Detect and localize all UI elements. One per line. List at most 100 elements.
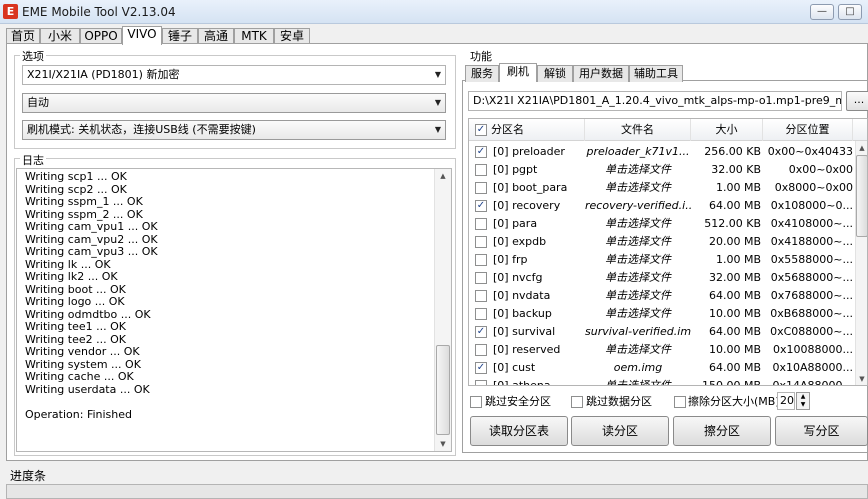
chevron-down-icon: ▼	[434, 125, 441, 134]
partition-row[interactable]: [0] pgpt 单击选择文件 32.00 KB 0x00~0x00	[469, 161, 857, 179]
scroll-up-icon[interactable]: ▲	[435, 169, 451, 183]
model-select[interactable]: X21I/X21IA (PD1801) 新加密 ▼	[22, 65, 446, 85]
partition-file[interactable]: recovery-verified.i...	[585, 197, 691, 215]
partition-position: 0x10088000...	[773, 343, 853, 356]
partition-file[interactable]: 单击选择文件	[585, 161, 691, 179]
partition-checkbox[interactable]: ✓	[475, 362, 487, 374]
chevron-down-icon: ▼	[434, 98, 441, 107]
partition-row[interactable]: [0] expdb 单击选择文件 20.00 MB 0x4188000~...	[469, 233, 857, 251]
column-partition-name[interactable]: 分区名	[489, 119, 585, 141]
read-partition-button[interactable]: 读分区	[571, 416, 669, 446]
read-partition-table-button[interactable]: 读取分区表	[470, 416, 568, 446]
write-partition-button[interactable]: 写分区	[775, 416, 868, 446]
skip-security-checkbox[interactable]	[470, 396, 482, 408]
partition-checkbox[interactable]	[475, 254, 487, 266]
partition-checkbox[interactable]	[475, 236, 487, 248]
partition-position: 0x4108000~...	[770, 217, 853, 230]
partition-checkbox[interactable]	[475, 182, 487, 194]
partition-position: 0x5688000~...	[770, 271, 853, 284]
partition-file[interactable]: 单击选择文件	[585, 377, 691, 385]
column-file-name[interactable]: 文件名	[585, 119, 691, 141]
partition-position: 0x8000~0x00	[774, 181, 853, 194]
skip-data-checkbox[interactable]	[571, 396, 583, 408]
partition-checkbox[interactable]	[475, 218, 487, 230]
partition-checkbox[interactable]	[475, 380, 487, 385]
spin-up-icon[interactable]: ▲	[797, 393, 809, 401]
partition-name: [0] pgpt	[493, 163, 538, 176]
tab-flash[interactable]: 刷机	[499, 63, 537, 82]
partition-table-header: ✓ 分区名 文件名 大小 分区位置	[469, 119, 867, 141]
partition-row[interactable]: [0] athena 单击选择文件 150.00 MB 0x14A88000...	[469, 377, 857, 385]
partition-row[interactable]: ✓ [0] survival survival-verified.img 64.00 …	[469, 323, 857, 341]
partition-size: 64.00 MB	[708, 325, 761, 338]
maximize-button[interactable]: □	[838, 4, 862, 20]
app-logo-icon: E	[3, 4, 18, 19]
partition-row[interactable]: [0] reserved 单击选择文件 10.00 MB 0x10088000...	[469, 341, 857, 359]
log-line: Writing userdata ... OK	[25, 383, 150, 396]
partition-position: 0x00~0x00	[788, 163, 853, 176]
partition-row[interactable]: ✓ [0] cust oem.img 64.00 MB 0x10A88000...	[469, 359, 857, 377]
window-title: EME Mobile Tool V2.13.04	[22, 5, 176, 19]
select-all-checkbox[interactable]: ✓	[475, 124, 487, 136]
erase-size-stepper[interactable]: ▲ ▼	[796, 392, 810, 410]
partition-checkbox[interactable]	[475, 272, 487, 284]
column-position[interactable]: 分区位置	[763, 119, 853, 141]
skip-security-label: 跳过安全分区	[485, 395, 551, 408]
erase-partition-button[interactable]: 擦分区	[673, 416, 771, 446]
partition-checkbox[interactable]: ✓	[475, 200, 487, 212]
log-line: Writing cam_vpu1 ... OK	[25, 220, 158, 233]
tab-service[interactable]: 服务	[465, 65, 499, 82]
tab-user-data[interactable]: 用户数据	[573, 65, 629, 82]
partition-checkbox[interactable]: ✓	[475, 326, 487, 338]
partition-file[interactable]: 单击选择文件	[585, 341, 691, 359]
log-line: Writing vendor ... OK	[25, 345, 140, 358]
log-scroll-thumb[interactable]	[436, 345, 450, 435]
partition-file[interactable]: oem.img	[585, 359, 691, 377]
partition-row[interactable]: [0] boot_para 单击选择文件 1.00 MB 0x8000~0x00	[469, 179, 857, 197]
partition-row[interactable]: [0] backup 单击选择文件 10.00 MB 0xB688000~...	[469, 305, 857, 323]
partition-name: [0] recovery	[493, 199, 561, 212]
partition-file[interactable]: 单击选择文件	[585, 233, 691, 251]
browse-button[interactable]: ...	[846, 91, 868, 111]
column-size[interactable]: 大小	[691, 119, 763, 141]
partition-row[interactable]: [0] nvcfg 单击选择文件 32.00 MB 0x5688000~...	[469, 269, 857, 287]
firmware-path-input[interactable]: D:\X21I X21IA\PD1801_A_1.20.4_vivo_mtk_a…	[468, 91, 842, 111]
log-output[interactable]: Writing scp1 ... OK Writing scp2 ... OK …	[16, 168, 452, 452]
partition-checkbox[interactable]	[475, 344, 487, 356]
partition-row[interactable]: ✓ [0] recovery recovery-verified.i... 64.00…	[469, 197, 857, 215]
table-scrollbar[interactable]: ▲ ▼	[855, 141, 867, 385]
partition-checkbox[interactable]: ✓	[475, 146, 487, 158]
tab-vivo[interactable]: VIVO	[122, 26, 162, 45]
partition-file[interactable]: 单击选择文件	[585, 215, 691, 233]
partition-row[interactable]: ✓ [0] preloader preloader_k71v1... 256.00 K…	[469, 143, 857, 161]
partition-file[interactable]: 单击选择文件	[585, 179, 691, 197]
erase-size-checkbox[interactable]	[674, 396, 686, 408]
scroll-down-icon[interactable]: ▼	[856, 372, 867, 385]
partition-row[interactable]: [0] para 单击选择文件 512.00 KB 0x4108000~...	[469, 215, 857, 233]
log-scrollbar[interactable]: ▲ ▼	[434, 169, 451, 451]
tab-unlock[interactable]: 解锁	[537, 65, 573, 82]
partition-file[interactable]: preloader_k71v1...	[585, 143, 691, 161]
partition-file[interactable]: 单击选择文件	[585, 305, 691, 323]
flash-mode-select[interactable]: 刷机模式: 关机状态，连接USB线 (不需要按键) ▼	[22, 120, 446, 140]
erase-size-input[interactable]: 20	[777, 392, 795, 410]
minimize-button[interactable]: —	[810, 4, 834, 20]
partition-row[interactable]: [0] frp 单击选择文件 1.00 MB 0x5588000~...	[469, 251, 857, 269]
partition-file[interactable]: 单击选择文件	[585, 269, 691, 287]
partition-file[interactable]: 单击选择文件	[585, 287, 691, 305]
scroll-down-icon[interactable]: ▼	[435, 437, 451, 451]
table-scroll-thumb[interactable]	[856, 155, 867, 237]
log-line: Operation: Finished	[25, 408, 133, 421]
partition-checkbox[interactable]	[475, 308, 487, 320]
partition-name: [0] reserved	[493, 343, 561, 356]
partition-checkbox[interactable]	[475, 164, 487, 176]
spin-down-icon[interactable]: ▼	[797, 401, 809, 409]
partition-checkbox[interactable]	[475, 290, 487, 302]
partition-file[interactable]: 单击选择文件	[585, 251, 691, 269]
scroll-up-icon[interactable]: ▲	[856, 141, 867, 155]
partition-row[interactable]: [0] nvdata 单击选择文件 64.00 MB 0x7688000~...	[469, 287, 857, 305]
mode-select[interactable]: 自动 ▼	[22, 93, 446, 113]
log-line: Writing cam_vpu3 ... OK	[25, 245, 158, 258]
partition-file[interactable]: survival-verified.img	[585, 323, 691, 341]
tab-tools[interactable]: 辅助工具	[629, 65, 683, 82]
